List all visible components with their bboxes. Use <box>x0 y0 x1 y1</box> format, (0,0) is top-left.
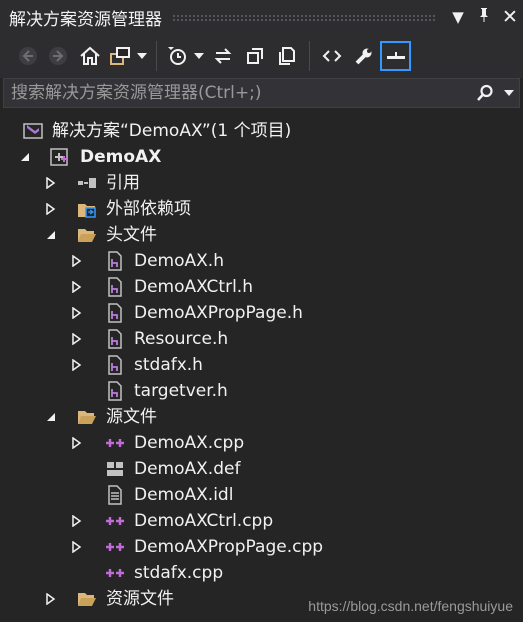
expand-arrow-icon[interactable] <box>70 326 84 352</box>
tree-item-label: DemoAX.idl <box>134 485 234 505</box>
def-file-icon <box>105 456 125 482</box>
dropdown-icon[interactable]: ▼ <box>445 8 471 26</box>
header-file-icon <box>105 326 125 352</box>
tree-item-file[interactable]: DemoAXPropPage.cpp <box>0 534 523 560</box>
back-icon[interactable] <box>14 39 42 73</box>
collapse-arrow-icon[interactable] <box>18 144 32 170</box>
references-icon <box>77 170 97 196</box>
header-file-icon <box>105 378 125 404</box>
show-all-files-icon[interactable] <box>271 39 303 73</box>
tree-item-file[interactable]: DemoAX.idl <box>0 482 523 508</box>
watermark: https://blog.csdn.net/fengshuiyue <box>308 598 513 614</box>
toolbar-separator <box>156 41 157 71</box>
expand-arrow-icon[interactable] <box>70 534 84 560</box>
pin-icon[interactable] <box>471 7 497 27</box>
tree-item-label: 头文件 <box>106 225 157 245</box>
cpp-file-icon <box>105 430 125 456</box>
pending-changes-filter-icon[interactable] <box>163 39 191 73</box>
collapse-arrow-icon[interactable] <box>44 404 58 430</box>
tree-item-label: DemoAXPropPage.cpp <box>134 537 324 557</box>
tree-item-file[interactable]: DemoAXPropPage.h <box>0 300 523 326</box>
home-icon[interactable] <box>74 39 106 73</box>
cpp-project-icon <box>50 144 70 170</box>
expand-arrow-icon[interactable] <box>44 196 58 222</box>
tree-item-label: 引用 <box>106 173 140 193</box>
tree-item-references[interactable]: 引用 <box>0 170 523 196</box>
cpp-file-icon <box>105 534 125 560</box>
open-folder-icon <box>77 404 97 430</box>
toolbar-separator <box>309 41 310 71</box>
tree-item-label: DemoAXPropPage.h <box>134 303 303 323</box>
cpp-file-icon <box>105 560 125 586</box>
header-file-icon <box>105 274 125 300</box>
search-box <box>3 78 520 108</box>
close-icon[interactable]: ✕ <box>497 6 523 28</box>
text-file-icon <box>105 482 125 508</box>
tree-item-header-folder[interactable]: 头文件 <box>0 222 523 248</box>
open-folder-icon <box>77 586 97 612</box>
tree-item-label: targetver.h <box>134 381 228 401</box>
expand-arrow-icon[interactable] <box>70 248 84 274</box>
preview-selected-items-icon[interactable] <box>380 41 411 71</box>
switch-views-icon[interactable] <box>106 39 134 73</box>
panel-title: 解决方案资源管理器 <box>9 9 162 30</box>
solution-tree: 解决方案“DemoAX”(1 个项目) DemoAX 引用 外部依赖项 头文件 … <box>0 118 523 612</box>
search-options-dropdown-icon[interactable] <box>499 90 519 96</box>
expand-arrow-icon[interactable] <box>70 352 84 378</box>
sync-icon[interactable] <box>207 39 239 73</box>
tree-item-label: DemoAXCtrl.h <box>134 277 253 297</box>
tree-item-source-folder[interactable]: 源文件 <box>0 404 523 430</box>
tree-item-label: 源文件 <box>106 407 157 427</box>
expand-arrow-icon[interactable] <box>70 300 84 326</box>
tree-item-file[interactable]: DemoAX.h <box>0 248 523 274</box>
tree-item-label: DemoAX.cpp <box>134 433 245 453</box>
header-file-icon <box>105 300 125 326</box>
drag-grip[interactable] <box>172 13 435 21</box>
tree-item-label: DemoAX <box>80 147 162 167</box>
search-input[interactable] <box>4 82 471 104</box>
collapse-all-icon[interactable] <box>239 39 271 73</box>
tree-item-label: DemoAX.def <box>134 459 241 479</box>
toolbar <box>0 34 523 78</box>
tree-item-file[interactable]: targetver.h <box>0 378 523 404</box>
header-file-icon <box>105 248 125 274</box>
panel-titlebar: 解决方案资源管理器 ▼ ✕ <box>0 0 523 34</box>
wrench-icon[interactable] <box>348 39 380 73</box>
tree-item-external-deps[interactable]: 外部依赖项 <box>0 196 523 222</box>
expand-arrow-icon[interactable] <box>44 170 58 196</box>
tree-item-file[interactable]: DemoAX.cpp <box>0 430 523 456</box>
tree-item-file[interactable]: DemoAXCtrl.h <box>0 274 523 300</box>
tree-item-file[interactable]: DemoAXCtrl.cpp <box>0 508 523 534</box>
vs-solution-icon <box>23 118 43 144</box>
header-file-icon <box>105 352 125 378</box>
tree-item-label: Resource.h <box>134 329 229 349</box>
tree-item-label: 资源文件 <box>106 589 174 609</box>
expand-arrow-icon[interactable] <box>70 274 84 300</box>
expand-arrow-icon[interactable] <box>70 430 84 456</box>
tree-item-file[interactable]: stdafx.h <box>0 352 523 378</box>
tree-item-label: DemoAXCtrl.cpp <box>134 511 274 531</box>
tree-item-file[interactable]: DemoAX.def <box>0 456 523 482</box>
collapse-arrow-icon[interactable] <box>44 222 58 248</box>
tree-item-label: stdafx.cpp <box>134 563 224 583</box>
chevron-down-icon[interactable] <box>134 39 150 73</box>
tree-item-project[interactable]: DemoAX <box>0 144 523 170</box>
external-deps-folder-icon <box>77 196 97 222</box>
chevron-down-icon[interactable] <box>191 39 207 73</box>
tree-item-label: DemoAX.h <box>134 251 224 271</box>
tree-item-file[interactable]: stdafx.cpp <box>0 560 523 586</box>
tree-item-label: 外部依赖项 <box>106 199 191 219</box>
code-view-icon[interactable] <box>316 39 348 73</box>
forward-icon[interactable] <box>42 39 74 73</box>
expand-arrow-icon[interactable] <box>44 586 58 612</box>
search-icon[interactable] <box>471 84 499 102</box>
tree-item-label: stdafx.h <box>134 355 203 375</box>
tree-item-solution[interactable]: 解决方案“DemoAX”(1 个项目) <box>0 118 523 144</box>
tree-item-file[interactable]: Resource.h <box>0 326 523 352</box>
expand-arrow-icon[interactable] <box>70 508 84 534</box>
tree-item-label: 解决方案“DemoAX”(1 个项目) <box>52 121 292 141</box>
cpp-file-icon <box>105 508 125 534</box>
open-folder-icon <box>77 222 97 248</box>
